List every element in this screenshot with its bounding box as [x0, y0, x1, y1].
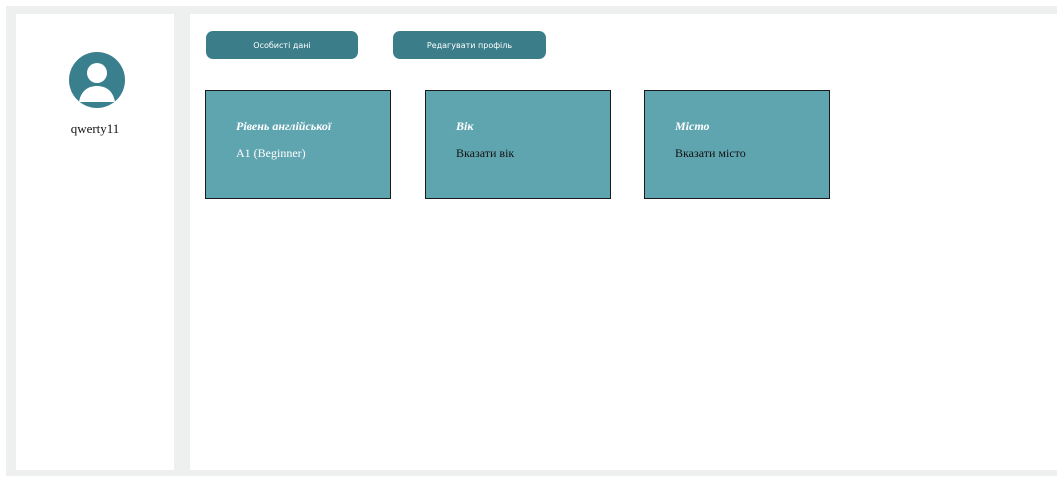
username-label: qwerty11 [70, 121, 120, 136]
city-card: Місто Вказати місто [644, 90, 830, 199]
city-title: Місто [675, 119, 710, 133]
city-value: Вказати місто [675, 146, 746, 160]
english-level-card: Рівень англійської A1 (Beginner) [205, 90, 391, 199]
edit-profile-button[interactable]: Редагувати профіль [393, 31, 546, 59]
english-level-value: A1 (Beginner) [236, 146, 306, 160]
user-avatar-icon [69, 52, 125, 108]
age-card: Вік Вказати вік [425, 90, 611, 199]
english-level-title: Рівень англійської [236, 119, 332, 133]
age-value: Вказати вік [456, 146, 515, 160]
personal-data-button[interactable]: Особисті дані [206, 31, 358, 59]
main-panel [190, 14, 1057, 470]
age-title: Вік [456, 119, 474, 133]
